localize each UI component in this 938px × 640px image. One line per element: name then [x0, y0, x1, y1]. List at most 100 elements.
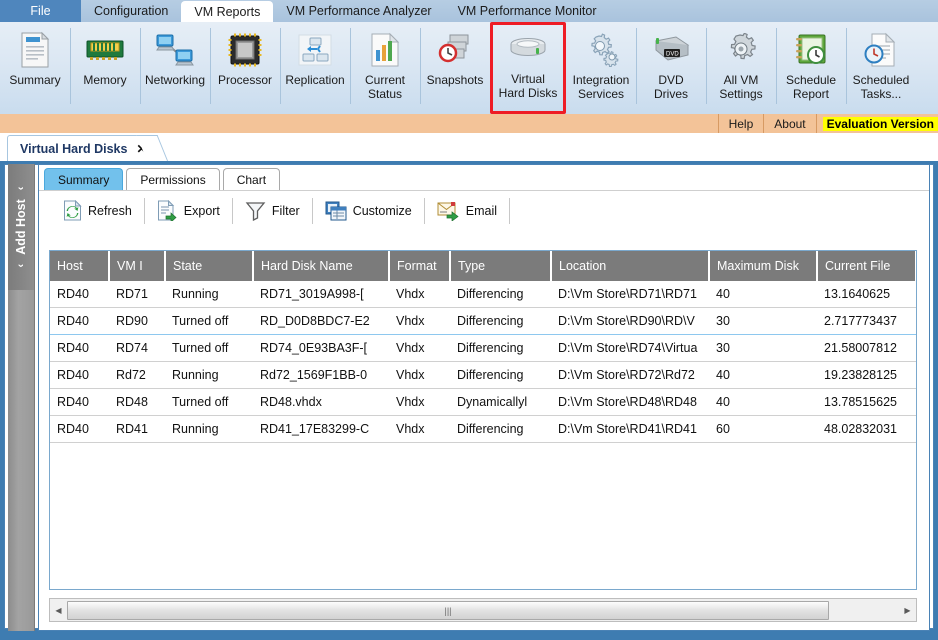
- help-link[interactable]: Help: [717, 114, 764, 133]
- scrollbar-grip-icon: |||: [444, 605, 452, 616]
- cell-format: Vhdx: [389, 307, 450, 335]
- column-header-type[interactable]: Type: [450, 251, 552, 281]
- table-row[interactable]: RD40 RD48 Turned off RD48.vhdx Vhdx Dyna…: [50, 388, 917, 416]
- ribbon-button-current-status-label: Current Status: [364, 73, 405, 101]
- ribbon-button-summary[interactable]: Summary: [0, 24, 70, 112]
- cell-format: Vhdx: [389, 281, 450, 308]
- add-host-rail-header[interactable]: ‹ Add Host ‹: [8, 164, 34, 290]
- ribbon-tab-strip: File Configuration VM Reports VM Perform…: [0, 0, 938, 23]
- add-host-label: Add Host: [14, 199, 28, 255]
- cell-hard-disk-name: RD71_3019A998-[: [253, 281, 389, 308]
- chevron-left-icon-bottom: ‹: [15, 263, 27, 268]
- customize-button[interactable]: Customize: [313, 196, 424, 226]
- filter-button[interactable]: Filter: [233, 196, 312, 226]
- cell-vm-name: RD48: [109, 388, 165, 416]
- report-sub-tabs: Summary Permissions Chart: [39, 165, 929, 191]
- cell-state: Turned off: [165, 307, 253, 335]
- email-button[interactable]: Email: [425, 196, 509, 226]
- ribbon-tab-vm-reports[interactable]: VM Reports: [181, 1, 274, 22]
- cell-type: Differencing: [450, 361, 551, 389]
- cell-parent-path: D:\Vm Store\RD90\RD\Virtual H: [916, 308, 917, 335]
- evaluation-version-badge[interactable]: Evaluation Version: [815, 114, 938, 133]
- scroll-left-arrow-icon[interactable]: ◀: [50, 600, 67, 620]
- ribbon-tab-vm-performance-monitor[interactable]: VM Performance Monitor: [445, 0, 610, 22]
- cell-type: Dynamicallyl: [450, 388, 551, 416]
- column-header-format[interactable]: Format: [389, 251, 451, 281]
- ribbon-button-virtual-hard-disks[interactable]: Virtual Hard Disks: [490, 22, 566, 114]
- ribbon-button-replication[interactable]: Replication: [280, 24, 350, 112]
- ribbon-tab-vm-performance-analyzer-label: VM Performance Analyzer: [286, 4, 432, 18]
- document-tab-virtual-hard-disks[interactable]: Virtual Hard Disks ✕: [7, 135, 158, 161]
- virtual-hard-disks-grid[interactable]: Host VM I State Hard Disk Name Format Ty…: [49, 250, 917, 590]
- about-link[interactable]: About: [763, 114, 815, 133]
- ribbon-button-dvd-drives[interactable]: DVD DVD Drives: [636, 24, 706, 112]
- refresh-icon: [63, 200, 82, 221]
- cell-state: Running: [165, 281, 253, 308]
- table-row[interactable]: RD40 RD71 Running RD71_3019A998-[ Vhdx D…: [50, 281, 916, 308]
- cell-state: Running: [165, 415, 253, 443]
- cell-type: Differencing: [450, 307, 551, 335]
- column-header-current-file[interactable]: Current File: [817, 251, 916, 281]
- horizontal-scrollbar[interactable]: ◀ ||| ▶: [49, 598, 917, 622]
- tab-permissions[interactable]: Permissions: [126, 168, 220, 191]
- chevron-left-icon-top: ‹: [15, 186, 27, 191]
- cell-hard-disk-name: Rd72_1569F1BB-0: [253, 361, 389, 389]
- table-row[interactable]: RD40 RD41 Running RD41_17E83299-C Vhdx D…: [50, 415, 916, 443]
- ribbon-tab-configuration[interactable]: Configuration: [81, 0, 181, 22]
- ribbon-button-processor[interactable]: Processor: [210, 24, 280, 112]
- cell-maximum-disk: 40: [709, 361, 817, 389]
- column-header-maximum-disk[interactable]: Maximum Disk: [709, 251, 818, 281]
- ribbon-button-integration-services-label: Integration Services: [572, 73, 630, 101]
- scroll-right-arrow-icon[interactable]: ▶: [899, 600, 916, 620]
- ribbon-button-memory[interactable]: Memory: [70, 24, 140, 112]
- hard-disk-icon: [507, 29, 549, 69]
- ribbon-button-all-vm-settings[interactable]: All VM Settings: [706, 24, 776, 112]
- cell-type: Differencing: [450, 281, 551, 308]
- ribbon-button-snapshots[interactable]: Snapshots: [420, 24, 490, 112]
- export-button[interactable]: Export: [145, 196, 232, 226]
- tab-chart[interactable]: Chart: [222, 168, 281, 191]
- cell-state: Turned off: [165, 334, 253, 362]
- cell-maximum-disk: 40: [709, 388, 817, 416]
- column-header-location[interactable]: Location: [551, 251, 710, 281]
- cell-format: Vhdx: [389, 334, 450, 362]
- refresh-button[interactable]: Refresh: [51, 196, 144, 226]
- column-header-vm-name[interactable]: VM I: [109, 251, 166, 281]
- ribbon-tab-vm-performance-analyzer[interactable]: VM Performance Analyzer: [273, 0, 444, 22]
- ribbon-button-integration-services[interactable]: Integration Services: [566, 24, 636, 112]
- column-header-state[interactable]: State: [165, 251, 254, 281]
- cell-location: D:\Vm Store\RD74\Virtua: [551, 334, 709, 362]
- ribbon-tab-file[interactable]: File: [0, 0, 81, 22]
- cell-vm-name: RD71: [109, 281, 165, 308]
- cell-host: RD40: [50, 334, 109, 362]
- ribbon-button-scheduled-tasks[interactable]: Scheduled Tasks...: [846, 24, 916, 112]
- scrollbar-track[interactable]: |||: [67, 600, 899, 620]
- ribbon-button-networking[interactable]: Networking: [140, 24, 210, 112]
- table-body: RD40 RD71 Running RD71_3019A998-[ Vhdx D…: [50, 281, 917, 443]
- ribbon-button-current-status[interactable]: Current Status: [350, 24, 420, 112]
- email-icon: [437, 201, 460, 221]
- ribbon-button-summary-label: Summary: [9, 73, 61, 87]
- toolbar-separator-5: [509, 197, 511, 224]
- email-button-label: Email: [465, 203, 498, 218]
- column-header-host[interactable]: Host: [50, 251, 110, 281]
- column-header-hard-disk-name[interactable]: Hard Disk Name: [253, 251, 390, 281]
- cell-location: D:\Vm Store\RD48\RD48: [551, 388, 709, 416]
- cell-format: Vhdx: [389, 388, 450, 416]
- ribbon-button-schedule-report[interactable]: Schedule Report: [776, 24, 846, 112]
- cell-parent-path: [916, 389, 917, 416]
- cell-maximum-disk: 30: [709, 307, 817, 335]
- cell-vm-name: RD74: [109, 334, 165, 362]
- ribbon-tab-vm-reports-label: VM Reports: [194, 4, 261, 19]
- column-header-parent-path[interactable]: Parent Path: [916, 251, 917, 281]
- cell-hard-disk-name: RD41_17E83299-C: [253, 415, 389, 443]
- cell-vm-name: RD90: [109, 307, 165, 335]
- table-row[interactable]: RD40 RD90 Turned off RD_D0D8BDC7-E2 Vhdx…: [50, 307, 917, 335]
- table-row[interactable]: RD40 RD74 Turned off RD74_0E93BA3F-[ Vhd…: [50, 334, 916, 362]
- table-row[interactable]: RD40 Rd72 Running Rd72_1569F1BB-0 Vhdx D…: [50, 361, 916, 389]
- tab-summary[interactable]: Summary: [44, 168, 124, 191]
- scrollbar-thumb[interactable]: |||: [67, 601, 829, 620]
- cell-location: D:\Vm Store\RD90\RD\V: [551, 307, 709, 335]
- ribbon-button-schedule-report-label: Schedule Report: [785, 73, 837, 101]
- add-host-rail[interactable]: ‹ Add Host ‹: [8, 164, 35, 631]
